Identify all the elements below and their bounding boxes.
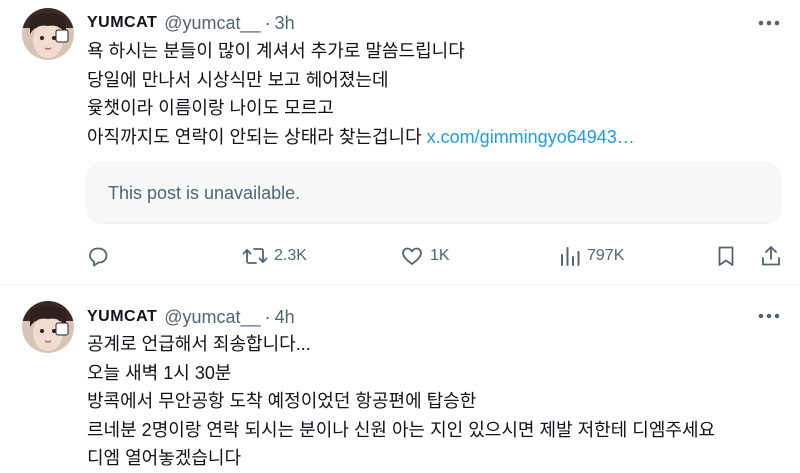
like-count: 1K: [430, 247, 450, 264]
tweet-text: 공계로 언급해서 죄송합니다... 오늘 새벽 1시 30분 방콕에서 무안공항…: [87, 330, 770, 473]
tweet-line: 욕 하시는 분들이 많이 계셔서 추가로 말씀드립니다: [87, 41, 465, 61]
tweet-line: 아직까지도 연락이 안되는 상태라 찾는겁니다: [87, 126, 422, 147]
tweet-line-with-link: 아직까지도 연락이 안되는 상태라 찾는겁니다 x.com/gimmingyo6…: [87, 123, 770, 152]
timestamp[interactable]: 4h: [275, 307, 295, 328]
views-count: 797K: [587, 247, 625, 264]
share-upload-icon: [762, 246, 780, 266]
bookmark-icon: [718, 246, 734, 266]
tweet-text: 욕 하시는 분들이 많이 계셔서 추가로 말씀드립니다 당일에 만나서 시상식만…: [87, 37, 770, 151]
tweet[interactable]: YUMCAT @yumcat__ · 4h 공계로 언급해서 죄송합니다... …: [0, 285, 800, 473]
more-horizontal-icon: [758, 313, 780, 319]
retweet-count: 2.3K: [274, 247, 307, 264]
more-horizontal-icon: [758, 20, 780, 26]
tweet-line: 르네분 2명이랑 연락 되시는 분이나 신원 아는 지인 있으시면 제발 저한테…: [87, 419, 716, 440]
share-button[interactable]: [759, 240, 783, 272]
views-bar-chart-icon: [561, 247, 580, 266]
more-options-button[interactable]: [756, 303, 782, 329]
separator-dot: ·: [264, 306, 271, 327]
quoted-post-unavailable: This post is unavailable.: [86, 162, 781, 224]
separator-dot: ·: [264, 12, 271, 33]
heart-icon: [402, 247, 422, 265]
reply-button[interactable]: [86, 240, 110, 272]
avatar-image: [22, 301, 74, 353]
retweet-icon: [242, 248, 268, 264]
tweet-link[interactable]: x.com/gimmingyo64943…: [427, 127, 635, 147]
tweet-line: 디엠 열어놓겠습니다: [87, 448, 242, 468]
author-name[interactable]: YUMCAT: [87, 308, 157, 326]
tweet-actions: 2.3K 1K 797K: [0, 240, 800, 272]
views-button[interactable]: 797K: [559, 240, 624, 272]
avatar-image: [22, 8, 74, 60]
tweet-line: 오늘 새벽 1시 30분: [87, 362, 232, 383]
author-handle[interactable]: @yumcat__: [164, 13, 260, 34]
tweet-header: YUMCAT @yumcat__ · 4h: [87, 304, 295, 330]
retweet-button[interactable]: 2.3K: [242, 240, 307, 272]
tweet-line: 윷챗이라 이름이랑 나이도 모르고: [87, 98, 334, 118]
tweet-line: 당일에 만나서 시상식만 보고 헤어졌는데: [87, 69, 389, 90]
bookmark-button[interactable]: [715, 240, 737, 272]
tweet-header: YUMCAT @yumcat__ · 3h: [87, 10, 295, 36]
tweet-line: 공계로 언급해서 죄송합니다...: [87, 334, 311, 354]
like-button[interactable]: 1K: [400, 240, 450, 272]
avatar[interactable]: [22, 8, 74, 60]
quote-unavailable-text: This post is unavailable.: [108, 182, 301, 203]
reply-bubble-icon: [89, 247, 108, 267]
timestamp[interactable]: 3h: [275, 13, 295, 34]
author-handle[interactable]: @yumcat__: [164, 307, 260, 328]
tweet[interactable]: YUMCAT @yumcat__ · 3h 욕 하시는 분들이 많이 계셔서 추…: [0, 0, 800, 284]
tweet-line: 방콕에서 무안공항 도착 예정이었던 항공편에 탑승한: [87, 391, 477, 411]
avatar[interactable]: [22, 301, 74, 353]
more-options-button[interactable]: [756, 10, 782, 36]
author-name[interactable]: YUMCAT: [87, 14, 157, 32]
